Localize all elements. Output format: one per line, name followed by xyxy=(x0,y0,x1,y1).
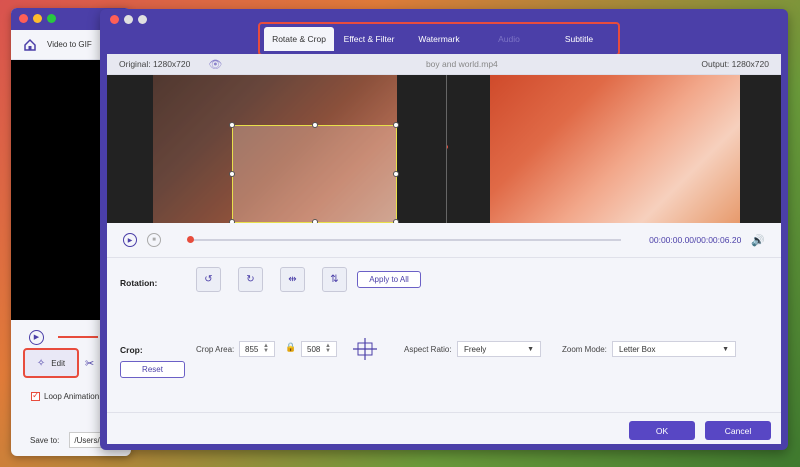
tool-title: Video to GIF xyxy=(47,40,92,49)
apply-to-all-button[interactable]: Apply to All xyxy=(357,271,421,288)
edit-window: Rotate & Crop Effect & Filter Watermark … xyxy=(100,9,788,450)
ok-button[interactable]: OK xyxy=(629,421,695,440)
minimize-edit-window-button[interactable] xyxy=(124,15,133,24)
crop-area-label: Crop Area: xyxy=(196,345,235,354)
home-icon[interactable] xyxy=(23,38,37,52)
save-to-label: Save to: xyxy=(30,435,60,445)
tab-subtitle[interactable]: Subtitle xyxy=(544,27,614,51)
time-display: 00:00:00.00/00:00:06.20 xyxy=(649,235,742,245)
zoom-mode-label: Zoom Mode: xyxy=(562,345,607,354)
magic-wand-icon: ✧ xyxy=(36,357,46,369)
volume-icon[interactable]: 🔊 xyxy=(751,234,765,247)
original-preview xyxy=(107,75,446,223)
crop-handle[interactable] xyxy=(393,219,399,223)
stepper-icon[interactable]: ▲ ▼ xyxy=(263,343,269,354)
background-progress-bar[interactable] xyxy=(58,336,98,338)
stop-icon[interactable]: ■ xyxy=(147,233,161,247)
chevron-down-icon: ▼ xyxy=(527,345,534,353)
minimize-window-button[interactable] xyxy=(33,14,42,23)
loop-animation-checkbox[interactable] xyxy=(31,390,40,401)
crop-handle[interactable] xyxy=(312,219,318,223)
loop-animation-label: Loop Animation xyxy=(44,392,100,401)
tab-audio: Audio xyxy=(498,34,520,44)
dialog-footer: OK Cancel xyxy=(107,412,781,444)
zoom-window-button[interactable] xyxy=(47,14,56,23)
eye-icon[interactable]: 👁 xyxy=(208,58,222,71)
stepper-icon[interactable]: ▲ ▼ xyxy=(325,343,331,354)
close-edit-window-button[interactable] xyxy=(110,15,119,24)
aspect-ratio-value: Freely xyxy=(464,344,487,354)
preview-marker xyxy=(447,145,448,149)
chevron-down-icon: ▼ xyxy=(722,345,729,353)
edit-button-label: Edit xyxy=(51,358,66,368)
file-name: boy and world.mp4 xyxy=(425,59,498,69)
playback-controls: ▶ ■ 00:00:00.00/00:00:06.20 🔊 xyxy=(107,223,781,258)
crop-width-input[interactable]: 855 ▲ ▼ xyxy=(239,341,275,357)
aspect-ratio-select[interactable]: Freely ▼ xyxy=(457,341,541,357)
crop-selection[interactable] xyxy=(229,122,399,223)
crop-handle[interactable] xyxy=(229,171,235,177)
background-edit-row: ✧ Edit ✂ xyxy=(23,348,94,378)
window-controls xyxy=(19,14,56,23)
video-preview xyxy=(107,75,781,223)
zoom-mode-value: Letter Box xyxy=(619,344,656,354)
play-icon[interactable]: ▶ xyxy=(29,329,44,345)
flip-horizontal-icon: ⇹ xyxy=(288,274,297,285)
flip-vertical-icon: ⇅ xyxy=(330,274,339,285)
edit-panel: Original: 1280x720 👁 boy and world.mp4 O… xyxy=(107,54,781,444)
crop-handle[interactable] xyxy=(393,171,399,177)
cancel-button[interactable]: Cancel xyxy=(705,421,771,440)
tab-rotate-crop[interactable]: Rotate & Crop xyxy=(264,27,334,51)
rotate-left-button[interactable]: ↺ xyxy=(196,267,221,292)
original-info: Original: 1280x720 👁 xyxy=(119,58,222,71)
zoom-edit-window-button[interactable] xyxy=(138,15,147,24)
crop-handle[interactable] xyxy=(229,219,235,223)
crop-width-value: 855 xyxy=(245,344,259,354)
edit-tabs: Rotate & Crop Effect & Filter Watermark … xyxy=(264,27,614,51)
scissors-icon[interactable]: ✂ xyxy=(85,357,94,370)
reset-button[interactable]: Reset xyxy=(120,361,185,378)
rotate-right-icon: ↻ xyxy=(246,274,255,285)
rotate-left-icon: ↺ xyxy=(204,274,213,285)
output-frame xyxy=(490,75,740,223)
center-crop-icon[interactable] xyxy=(353,338,377,360)
original-resolution: Original: 1280x720 xyxy=(119,59,191,69)
preview-info-bar: Original: 1280x720 👁 boy and world.mp4 O… xyxy=(107,54,781,75)
rotate-crop-settings: Rotation: ↺ ↻ ⇹ ⇅ Apply to All Crop: Cro… xyxy=(107,258,781,438)
timeline-slider[interactable] xyxy=(186,236,622,243)
crop-height-value: 508 xyxy=(307,344,321,354)
tabs-highlight: Rotate & Crop Effect & Filter Watermark … xyxy=(258,22,620,56)
edit-button[interactable]: ✧ Edit xyxy=(23,348,79,378)
crop-height-input[interactable]: 508 ▲ ▼ xyxy=(301,341,337,357)
tab-effect-filter[interactable]: Effect & Filter xyxy=(334,27,404,51)
zoom-mode-select[interactable]: Letter Box ▼ xyxy=(612,341,736,357)
output-resolution: Output: 1280x720 xyxy=(701,59,769,69)
crop-label: Crop: xyxy=(120,345,143,355)
edit-window-controls xyxy=(110,15,147,24)
rotate-right-button[interactable]: ↻ xyxy=(238,267,263,292)
crop-handle[interactable] xyxy=(312,122,318,128)
crop-handle[interactable] xyxy=(393,122,399,128)
rotation-label: Rotation: xyxy=(120,278,158,288)
flip-horizontal-button[interactable]: ⇹ xyxy=(280,267,305,292)
aspect-ratio-label: Aspect Ratio: xyxy=(404,345,452,354)
crop-handle[interactable] xyxy=(229,122,235,128)
lock-icon[interactable]: 🔒 xyxy=(285,342,296,353)
play-icon[interactable]: ▶ xyxy=(123,233,137,247)
loop-animation-option[interactable]: Loop Animation xyxy=(31,390,100,401)
tab-watermark[interactable]: Watermark xyxy=(404,27,474,51)
edit-window-titlebar: Rotate & Crop Effect & Filter Watermark … xyxy=(100,9,788,56)
close-window-button[interactable] xyxy=(19,14,28,23)
flip-vertical-button[interactable]: ⇅ xyxy=(322,267,347,292)
output-preview xyxy=(446,75,781,223)
